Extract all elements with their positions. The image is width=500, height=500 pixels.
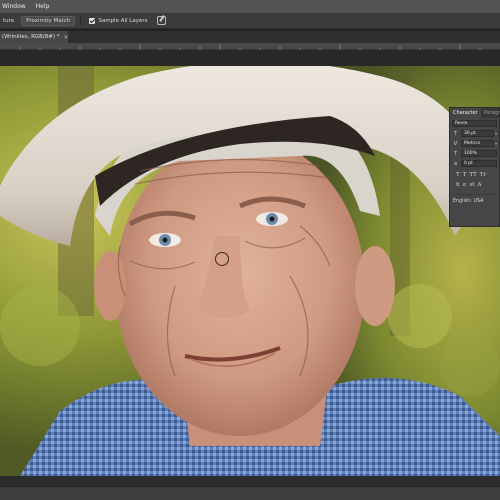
discretionary-ligatures-button[interactable]: st	[469, 182, 474, 188]
style-buttons-row: T T TT Tr	[456, 172, 496, 178]
kerning-row: V Metrics ▾	[452, 139, 497, 148]
sample-all-layers-option[interactable]: Sample All Layers	[86, 16, 150, 26]
menu-help[interactable]: Help	[36, 3, 50, 10]
tab-close-icon[interactable]: ×	[64, 34, 69, 41]
ruler-ticks	[19, 44, 481, 50]
ligatures-button[interactable]: fi	[456, 182, 460, 188]
character-panel-tabs: Character Paragr	[450, 108, 500, 118]
font-size-field[interactable]: 36 pt	[461, 130, 494, 137]
kerning-field[interactable]: Metrics	[461, 140, 494, 147]
titling-button[interactable]: A	[477, 182, 481, 188]
proximity-match-label: Proximity Match	[26, 17, 71, 24]
character-panel: Character Paragr Revie T 36 pt ▾ V Metri…	[449, 107, 500, 227]
horizontal-ruler	[0, 43, 500, 50]
vertical-scale-row: T 100%	[452, 149, 497, 158]
document-canvas[interactable]	[0, 66, 500, 476]
proximity-match-button[interactable]: Proximity Match	[21, 15, 76, 26]
menu-bar: Window Help	[0, 0, 500, 13]
sample-all-layers-checkbox[interactable]	[89, 17, 96, 24]
vertical-scale-icon: T	[453, 150, 458, 157]
baseline-shift-icon: a	[453, 160, 458, 167]
timeline-bar	[0, 486, 500, 500]
document-tab[interactable]: (Wrinkles, RGB/8#) * ×	[0, 31, 69, 43]
menu-window[interactable]: Window	[2, 3, 26, 10]
kerning-icon: V	[453, 140, 458, 147]
font-size-row: T 36 pt ▾	[452, 129, 497, 138]
bold-button[interactable]: T	[456, 172, 460, 178]
vertical-scale-field[interactable]: 100%	[461, 150, 497, 157]
font-family-row: Revie	[452, 119, 497, 128]
baseline-shift-row: a 0 pt	[452, 159, 497, 168]
baseline-shift-field[interactable]: 0 pt	[461, 160, 497, 167]
opentype-buttons-row: fi σ st A	[456, 182, 496, 188]
tab-paragraph[interactable]: Paragr	[481, 108, 500, 118]
language-selector[interactable]: English: USA	[453, 194, 496, 204]
swash-button[interactable]: σ	[463, 182, 467, 188]
chevron-down-icon[interactable]: ▾	[495, 141, 497, 146]
type-option[interactable]: ture	[0, 16, 17, 26]
pressure-size-toggle[interactable]	[154, 16, 169, 26]
small-caps-button[interactable]: Tr	[480, 172, 486, 178]
options-bar: ture Proximity Match Sample All Layers	[0, 13, 500, 29]
brush-pressure-icon[interactable]	[157, 16, 167, 25]
italic-button[interactable]: T	[463, 172, 467, 178]
document-tab-bar: (Wrinkles, RGB/8#) * ×	[0, 31, 500, 43]
portrait-photo	[0, 66, 500, 476]
canvas-background	[0, 50, 500, 66]
all-caps-button[interactable]: TT	[469, 172, 476, 178]
type-option-label: ture	[3, 17, 15, 24]
document-tab-title: (Wrinkles, RGB/8#) *	[2, 34, 60, 40]
language-label: English: USA	[453, 199, 484, 204]
sample-all-layers-label: Sample All Layers	[98, 17, 148, 24]
chevron-down-icon[interactable]: ▾	[495, 131, 497, 136]
options-divider	[80, 15, 82, 26]
tab-character[interactable]: Character	[450, 108, 481, 118]
font-family-field[interactable]: Revie	[452, 120, 497, 127]
status-strip	[0, 476, 500, 486]
brush-cursor	[215, 252, 229, 266]
font-size-icon: T	[453, 130, 458, 137]
